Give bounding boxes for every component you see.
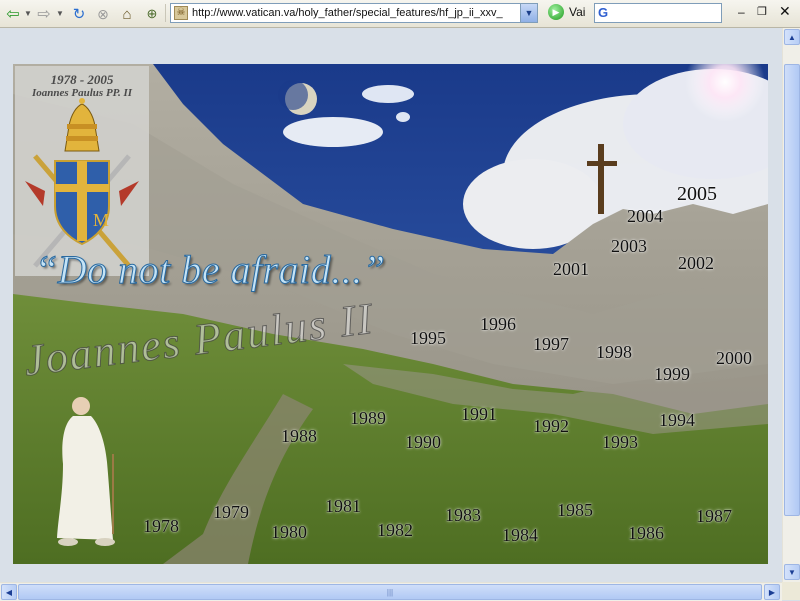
year-1991[interactable]: 1991: [461, 404, 497, 425]
year-1982[interactable]: 1982: [377, 520, 413, 541]
year-1997[interactable]: 1997: [533, 334, 569, 355]
go-label: Vai: [569, 5, 586, 19]
scrollbar-corner: [782, 582, 800, 600]
tribute-banner: M 1978 - 2005 Ioannes Paulus PP. II “Do …: [13, 64, 768, 564]
year-1978[interactable]: 1978: [143, 516, 179, 537]
papal-crest: M 1978 - 2005 Ioannes Paulus PP. II: [15, 66, 149, 276]
google-icon[interactable]: G: [598, 5, 614, 21]
year-1995[interactable]: 1995: [410, 328, 446, 349]
page-icon: ☠: [174, 6, 188, 20]
year-1985[interactable]: 1985: [557, 500, 593, 521]
svg-text:M: M: [93, 210, 109, 230]
year-1996[interactable]: 1996: [480, 314, 516, 335]
year-1979[interactable]: 1979: [213, 502, 249, 523]
year-1994[interactable]: 1994: [659, 410, 695, 431]
minimize-icon[interactable]: –: [738, 5, 745, 19]
go-icon: ▶: [548, 4, 564, 20]
year-1987[interactable]: 1987: [696, 506, 732, 527]
go-button[interactable]: ▶ Vai: [548, 4, 585, 20]
search-box[interactable]: G: [594, 3, 722, 23]
page-content: M 1978 - 2005 Ioannes Paulus PP. II “Do …: [0, 28, 782, 582]
year-1988[interactable]: 1988: [281, 426, 317, 447]
forward-icon[interactable]: ⇨: [35, 4, 53, 24]
vertical-scrollbar[interactable]: ▲ ▼: [782, 28, 800, 582]
motto-text: “Do not be afraid...”: [35, 247, 386, 293]
scroll-left-icon[interactable]: ◀: [1, 584, 17, 600]
year-2001[interactable]: 2001: [553, 259, 589, 280]
year-1989[interactable]: 1989: [350, 408, 386, 429]
year-1983[interactable]: 1983: [445, 505, 481, 526]
bookmark-add-icon[interactable]: ⊕: [143, 4, 161, 24]
year-2005[interactable]: 2005: [677, 183, 717, 206]
vertical-scroll-thumb[interactable]: [784, 64, 800, 516]
year-1992[interactable]: 1992: [533, 416, 569, 437]
year-1990[interactable]: 1990: [405, 432, 441, 453]
home-icon[interactable]: ⌂: [118, 4, 136, 24]
stop-icon[interactable]: ⊗: [94, 4, 112, 24]
year-2004[interactable]: 2004: [627, 206, 663, 227]
toolbar-separator: [165, 4, 166, 22]
browser-toolbar: ⇦ ▼ ⇨ ▼ ↻ ⊗ ⌂ ⊕ ☠ http://www.vatican.va/…: [0, 0, 800, 28]
year-2002[interactable]: 2002: [678, 253, 714, 274]
scroll-up-icon[interactable]: ▲: [784, 29, 800, 45]
horizontal-scroll-thumb[interactable]: |||: [18, 584, 762, 600]
address-bar[interactable]: ☠ http://www.vatican.va/holy_father/spec…: [170, 3, 538, 23]
year-2000[interactable]: 2000: [716, 348, 752, 369]
horizontal-scrollbar[interactable]: ◀ ||| ▶: [0, 582, 782, 601]
year-1999[interactable]: 1999: [654, 364, 690, 385]
year-1998[interactable]: 1998: [596, 342, 632, 363]
forward-dropdown-icon[interactable]: ▼: [56, 9, 64, 18]
crest-name: Ioannes Paulus PP. II: [31, 87, 133, 99]
address-dropdown-icon[interactable]: ▼: [520, 4, 537, 22]
year-2003[interactable]: 2003: [611, 236, 647, 257]
scroll-right-icon[interactable]: ▶: [764, 584, 780, 600]
back-icon[interactable]: ⇦: [4, 4, 22, 24]
year-1984[interactable]: 1984: [502, 525, 538, 546]
close-icon[interactable]: ✕: [779, 3, 791, 20]
url-text[interactable]: http://www.vatican.va/holy_father/specia…: [192, 7, 520, 19]
year-1986[interactable]: 1986: [628, 523, 664, 544]
scroll-down-icon[interactable]: ▼: [784, 564, 800, 580]
back-dropdown-icon[interactable]: ▼: [24, 9, 32, 18]
restore-icon[interactable]: ❐: [757, 5, 767, 18]
year-1993[interactable]: 1993: [602, 432, 638, 453]
crest-years: 1978 - 2005: [50, 72, 114, 87]
year-1981[interactable]: 1981: [325, 496, 361, 517]
refresh-icon[interactable]: ↻: [70, 4, 88, 24]
year-1980[interactable]: 1980: [271, 522, 307, 543]
